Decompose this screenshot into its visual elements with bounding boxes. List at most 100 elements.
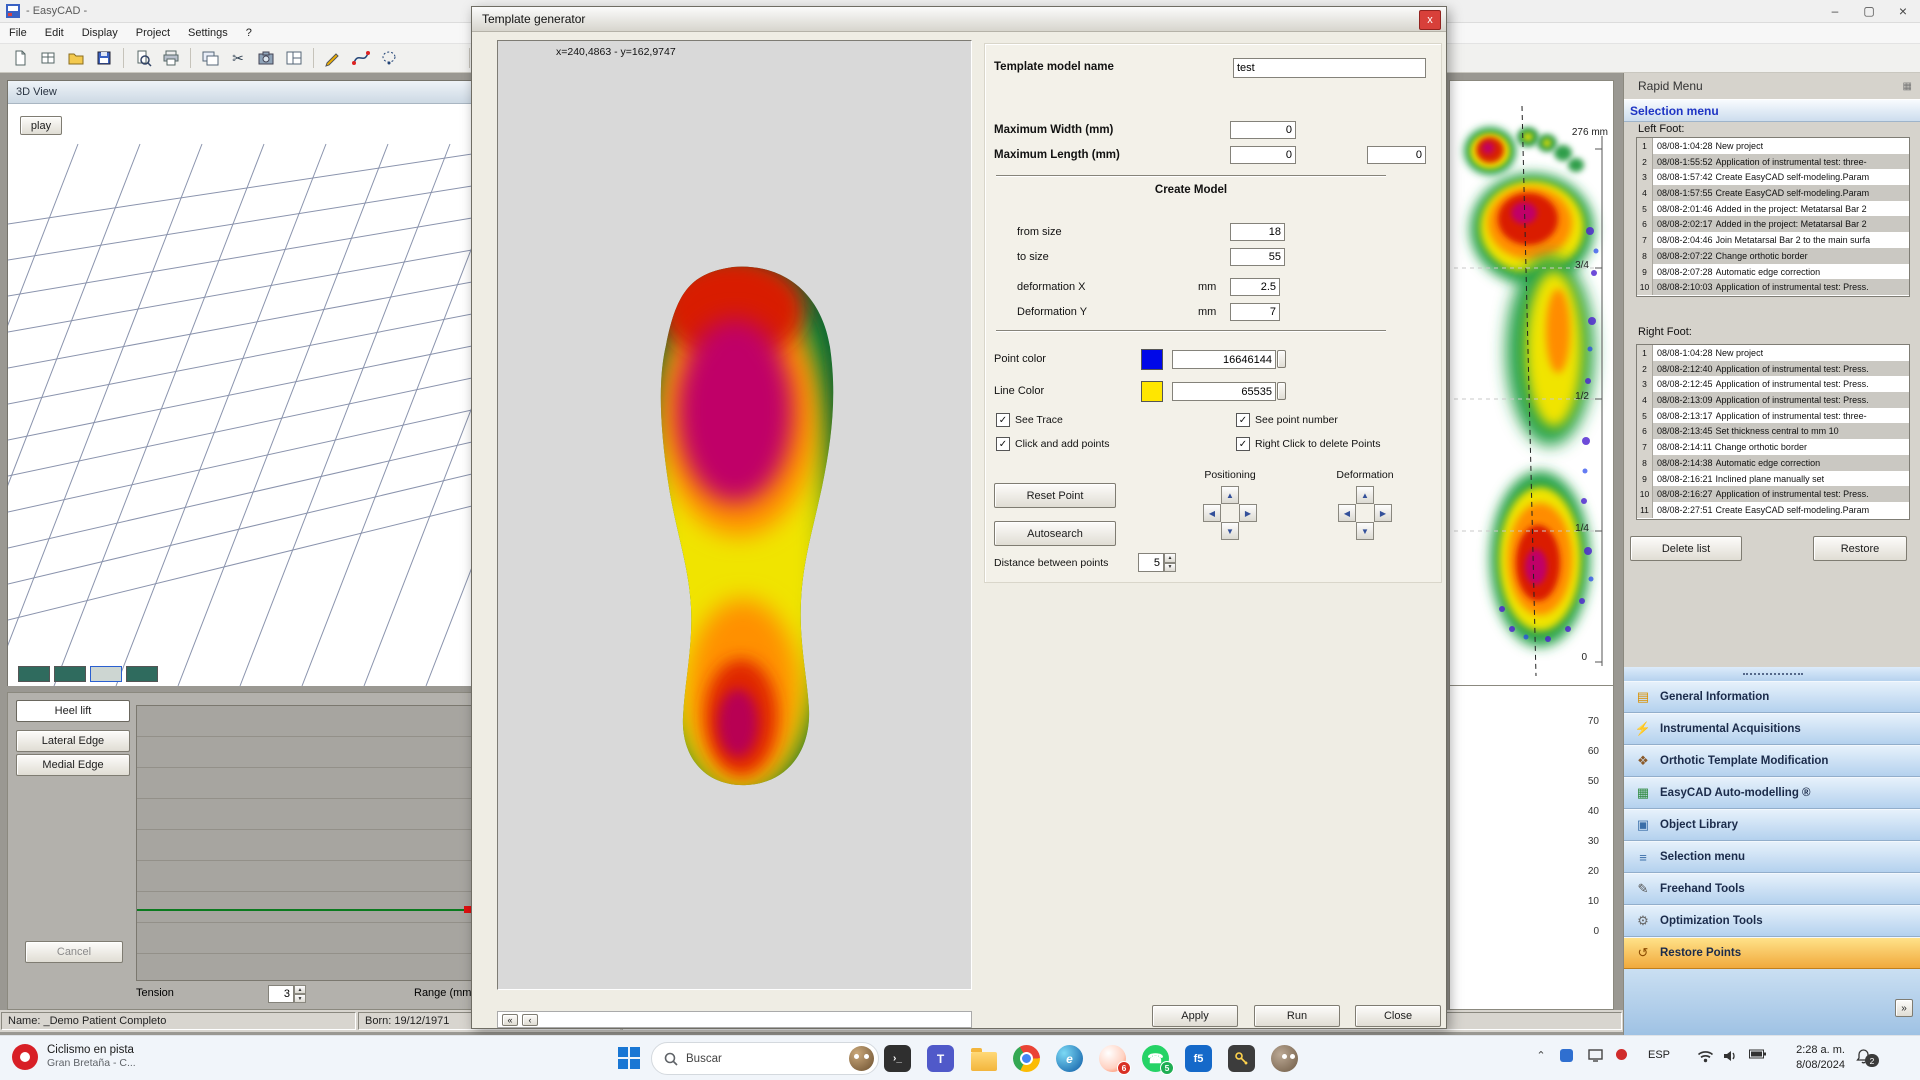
panel-splitter[interactable] — [1624, 667, 1920, 681]
section-item[interactable]: ▤ General Information — [1624, 681, 1920, 713]
view-thumbnail[interactable] — [90, 666, 122, 682]
history-row[interactable]: 5 08/08-2:01:46 Added in the project: Me… — [1637, 201, 1909, 217]
pencil-icon[interactable] — [320, 45, 346, 71]
dialog-close-icon[interactable]: x — [1419, 10, 1441, 30]
deformation-up-button[interactable]: ▲ — [1356, 486, 1374, 504]
menu-item[interactable]: ? — [237, 25, 261, 41]
positioning-up-button[interactable]: ▲ — [1221, 486, 1239, 504]
history-row[interactable]: 3 08/08-2:12:45 Application of instrumen… — [1637, 376, 1909, 392]
history-row[interactable]: 11 08/08-2:27:51 Create EasyCAD self-mod… — [1637, 502, 1909, 518]
minimize-button[interactable]: – — [1818, 1, 1852, 21]
maximize-button[interactable]: ▢ — [1852, 1, 1886, 21]
tray-record-icon[interactable] — [1616, 1049, 1627, 1060]
menu-item[interactable]: Display — [73, 25, 127, 41]
edge-icon[interactable]: e — [1056, 1045, 1083, 1072]
view3d-canvas[interactable]: play — [8, 104, 472, 686]
section-item[interactable]: ⚡ Instrumental Acquisitions — [1624, 713, 1920, 745]
nav-prev-button[interactable]: ‹ — [522, 1014, 538, 1026]
play-button[interactable]: play — [20, 116, 62, 135]
medial-edge-button[interactable]: Medial Edge — [16, 754, 130, 776]
search-box[interactable]: Buscar — [651, 1042, 879, 1075]
view-thumbnail[interactable] — [54, 666, 86, 682]
start-button[interactable] — [618, 1047, 640, 1069]
wifi-icon[interactable] — [1697, 1049, 1714, 1063]
history-row[interactable]: 6 08/08-2:13:45 Set thickness central to… — [1637, 423, 1909, 439]
deformation-y-input[interactable] — [1230, 303, 1280, 321]
history-row[interactable]: 3 08/08-1:57:42 Create EasyCAD self-mode… — [1637, 169, 1909, 185]
see-point-number-checkbox[interactable] — [1236, 413, 1250, 427]
point-color-input[interactable] — [1172, 350, 1276, 369]
table-icon[interactable] — [197, 45, 223, 71]
max-width-input[interactable] — [1230, 121, 1296, 139]
menu-item[interactable]: Settings — [179, 25, 237, 41]
dialog-titlebar[interactable]: Template generator — [472, 7, 1446, 32]
menu-item[interactable]: File — [0, 25, 36, 41]
open-folder-icon[interactable] — [63, 45, 89, 71]
line-color-swatch[interactable] — [1141, 381, 1163, 402]
history-row[interactable]: 10 08/08-2:16:27 Application of instrume… — [1637, 486, 1909, 502]
line-color-input[interactable] — [1172, 382, 1276, 401]
section-item[interactable]: ❖ Orthotic Template Modification — [1624, 745, 1920, 777]
deformation-x-input[interactable] — [1230, 278, 1280, 296]
max-length-input[interactable] — [1230, 146, 1296, 164]
chrome-icon[interactable] — [1013, 1045, 1040, 1072]
run-button[interactable]: Run — [1254, 1005, 1340, 1027]
autosearch-button[interactable]: Autosearch — [994, 521, 1116, 546]
history-row[interactable]: 10 08/08-2:10:03 Application of instrume… — [1637, 279, 1909, 295]
history-row[interactable]: 7 08/08-2:14:11 Change orthotic border — [1637, 439, 1909, 455]
history-row[interactable]: 4 08/08-2:13:09 Application of instrumen… — [1637, 392, 1909, 408]
tension-spinner[interactable]: ▲▼ — [268, 985, 306, 1003]
nav-first-button[interactable]: « — [502, 1014, 518, 1026]
pin-panel-icon[interactable]: ▦ — [1903, 81, 1912, 92]
language-indicator[interactable]: ESP — [1644, 1049, 1674, 1061]
history-row[interactable]: 9 08/08-2:07:28 Automatic edge correctio… — [1637, 264, 1909, 280]
template-canvas[interactable]: x=240,4863 - y=162,9747 — [497, 40, 972, 990]
print-icon[interactable] — [158, 45, 184, 71]
right-click-delete-checkbox[interactable] — [1236, 437, 1250, 451]
history-row[interactable]: 7 08/08-2:04:46 Join Metatarsal Bar 2 to… — [1637, 232, 1909, 248]
see-trace-checkbox[interactable] — [996, 413, 1010, 427]
tension-down-button[interactable]: ▼ — [294, 994, 306, 1003]
cancel-button[interactable]: Cancel — [25, 941, 123, 963]
browser-icon[interactable]: 6 — [1099, 1045, 1126, 1072]
section-item[interactable]: ↺ Restore Points — [1624, 937, 1920, 969]
history-row[interactable]: 2 08/08-1:55:52 Application of instrumen… — [1637, 154, 1909, 170]
terminal-icon[interactable]: ›_ — [884, 1045, 911, 1072]
history-row[interactable]: 9 08/08-2:16:21 Inclined plane manually … — [1637, 471, 1909, 487]
positioning-right-button[interactable]: ▶ — [1239, 504, 1257, 522]
history-row[interactable]: 5 08/08-2:13:17 Application of instrumen… — [1637, 408, 1909, 424]
positioning-down-button[interactable]: ▼ — [1221, 522, 1239, 540]
tray-expand-icon[interactable]: ⌃ — [1532, 1049, 1550, 1062]
lasso-icon[interactable] — [376, 45, 402, 71]
tension-up-button[interactable]: ▲ — [294, 985, 306, 994]
teams-icon[interactable]: T — [927, 1045, 954, 1072]
menu-item[interactable]: Project — [127, 25, 179, 41]
clock[interactable]: 2:28 a. m. 8/08/2024 — [1775, 1043, 1845, 1073]
heel-lift-button[interactable]: Heel lift — [16, 700, 130, 722]
section-item[interactable]: ✎ Freehand Tools — [1624, 873, 1920, 905]
delete-list-button[interactable]: Delete list — [1630, 536, 1742, 561]
restore-button[interactable]: Restore — [1813, 536, 1907, 561]
new-file-icon[interactable] — [7, 45, 33, 71]
tray-display-icon[interactable] — [1588, 1049, 1603, 1062]
template-name-input[interactable] — [1233, 58, 1426, 78]
distance-input[interactable] — [1138, 553, 1164, 572]
line-color-picker-button[interactable] — [1277, 382, 1286, 400]
snapshot-icon[interactable] — [253, 45, 279, 71]
positioning-left-button[interactable]: ◀ — [1203, 504, 1221, 522]
history-row[interactable]: 8 08/08-2:07:22 Change orthotic border — [1637, 248, 1909, 264]
distance-spinner[interactable]: ▲▼ — [1138, 553, 1176, 572]
deformation-down-button[interactable]: ▼ — [1356, 522, 1374, 540]
expand-more-icon[interactable]: » — [1895, 999, 1913, 1017]
distance-up-button[interactable]: ▲ — [1164, 553, 1176, 563]
views-grid-icon[interactable] — [35, 45, 61, 71]
dialog-close-button[interactable]: Close — [1355, 1005, 1441, 1027]
whatsapp-icon[interactable]: ☎ 5 — [1142, 1045, 1169, 1072]
point-color-picker-button[interactable] — [1277, 350, 1286, 368]
curve-icon[interactable] — [348, 45, 374, 71]
save-icon[interactable] — [91, 45, 117, 71]
file-explorer-icon[interactable] — [970, 1045, 997, 1072]
view-thumbnail[interactable] — [18, 666, 50, 682]
distance-down-button[interactable]: ▼ — [1164, 563, 1176, 573]
news-widget[interactable]: Ciclismo en pista Gran Bretaña - C... — [12, 1043, 136, 1071]
